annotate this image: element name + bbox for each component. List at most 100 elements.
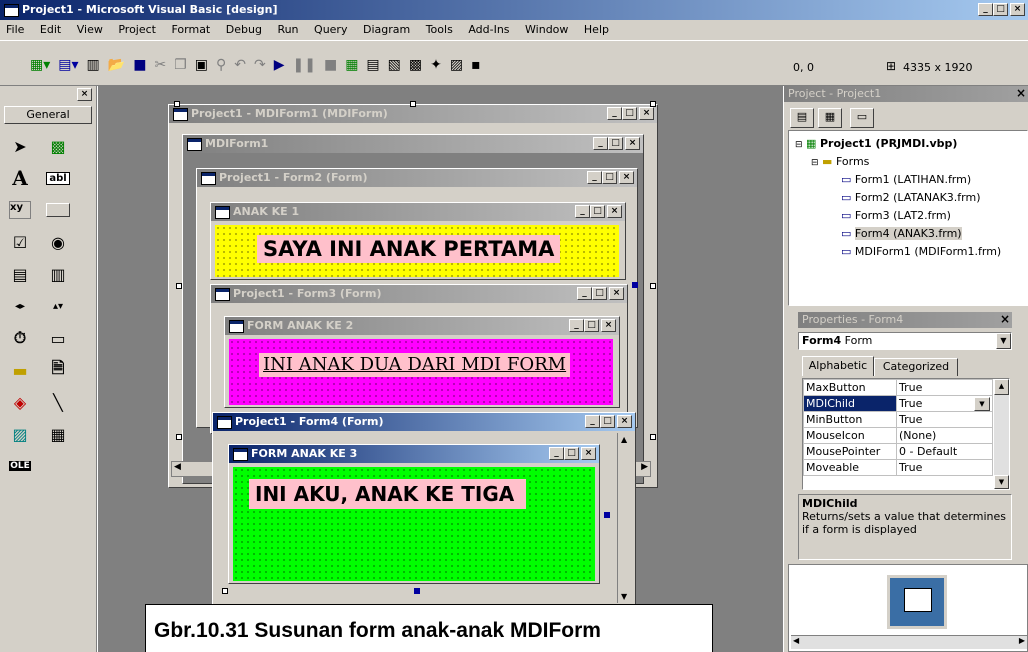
menu-edit[interactable]: Edit [40,23,61,36]
find-icon[interactable]: ⚲ [216,57,226,73]
menu-editor-icon[interactable]: ▥ [87,57,100,73]
view-code-icon[interactable]: ▤ [790,108,814,128]
cut-icon[interactable]: ✂ [154,57,166,73]
menu-diagram[interactable]: Diagram [363,23,410,36]
paste-icon[interactable]: ▣ [195,57,208,73]
menu-window[interactable]: Window [525,23,568,36]
tree-forms-folder[interactable]: ⊟ ▬ Forms [795,153,1027,171]
image-icon[interactable]: ▨ [5,420,35,448]
properties-window-icon[interactable]: ▤ [366,57,379,73]
data-view-icon[interactable]: ▨ [450,57,463,73]
sizing-handle[interactable] [650,101,656,107]
filelistbox-icon[interactable]: 🗎 [43,356,73,384]
chevron-down-icon[interactable]: ▼ [974,396,990,411]
property-vscrollbar[interactable]: ▲ ▼ [994,379,1009,489]
toggle-folders-icon[interactable]: ▭ [850,108,874,128]
property-row[interactable]: MousePointer 0 - Default [803,443,993,460]
form4[interactable]: FORM ANAK KE 3 _ □ × INI AKU, ANAK KE TIGA [228,444,600,584]
dirlistbox-icon[interactable]: ▬ [5,356,35,384]
data-icon[interactable]: ▦ [43,420,73,448]
form2[interactable]: ANAK KE 1 _ □ × SAYA INI ANAK PERTAMA [210,202,626,280]
sizing-handle[interactable] [174,101,180,107]
tree-item-form2[interactable]: ▭ Form2 (LATANAK3.frm) [795,189,1027,207]
property-row[interactable]: MDIChild True ▼ [803,395,993,412]
property-row[interactable]: MaxButton True [803,379,993,396]
end-icon[interactable]: ■ [324,57,337,73]
close-icon[interactable]: × [1016,86,1026,100]
copy-icon[interactable]: ❐ [174,57,187,73]
toolbox-icon[interactable]: ✦ [430,57,442,73]
frame-icon[interactable]: xy [5,196,35,224]
drivelistbox-icon[interactable]: ▭ [43,324,73,352]
property-row[interactable]: MouseIcon (None) [803,427,993,444]
undo-icon[interactable]: ↶ [234,57,246,73]
form4-label[interactable]: INI AKU, ANAK KE TIGA [249,479,527,509]
listbox-icon[interactable]: ▥ [43,260,73,288]
open-icon[interactable]: 📂 [108,57,125,73]
component-manager-icon[interactable]: ▪ [471,57,481,73]
shape-icon[interactable]: ◈ [5,388,35,416]
close-icon[interactable]: × [1000,312,1010,326]
property-row[interactable]: MinButton True [803,411,993,428]
view-object-icon[interactable]: ▦ [818,108,842,128]
pointer-icon[interactable]: ➤ [5,132,35,160]
chevron-down-icon[interactable]: ▼ [996,333,1011,349]
hscrollbar-icon[interactable]: ◂▸ [5,292,35,320]
app-titlebar[interactable]: Project1 - Microsoft Visual Basic [desig… [0,0,1028,20]
break-icon[interactable]: ❚❚ [292,57,315,73]
tree-project-node[interactable]: ⊟ ▦ Project1 (PRJMDI.vbp) [795,135,1027,153]
project-explorer-icon[interactable]: ▦ [345,57,358,73]
object-selector[interactable]: Form4 Form ▼ [798,332,1012,350]
sizing-handle[interactable] [650,283,656,289]
close-icon[interactable]: × [639,107,654,120]
add-project-icon[interactable]: ▦▾ [30,57,50,73]
sizing-handle[interactable] [650,434,656,440]
menu-tools[interactable]: Tools [426,23,453,36]
tab-categorized[interactable]: Categorized [874,358,958,376]
form4-vscrollbar[interactable]: ▲ ▼ [617,433,633,603]
minimize-button[interactable]: _ [978,3,993,16]
redo-icon[interactable]: ↷ [254,57,266,73]
timer-icon[interactable]: ⏱ [5,324,35,352]
sizing-handle[interactable] [176,434,182,440]
add-form-icon[interactable]: ▤▾ [58,57,78,73]
sizing-handle[interactable] [414,588,420,594]
form3-label[interactable]: INI ANAK DUA DARI MDI FORM [259,353,571,377]
property-row[interactable]: Moveable True [803,459,993,476]
commandbutton-icon[interactable] [43,196,73,224]
form-layout-icon[interactable]: ▧ [388,57,401,73]
tree-item-form4[interactable]: ▭ Form4 (ANAK3.frm) [795,225,1027,243]
ole-icon[interactable]: OLE [5,452,35,480]
vscrollbar-icon[interactable]: ▴▾ [43,292,73,320]
tab-alphabetic[interactable]: Alphabetic [802,356,874,376]
menu-file[interactable]: File [6,23,24,36]
menu-view[interactable]: View [77,23,103,36]
toolbox-close-button[interactable]: × [77,88,92,101]
picturebox-icon[interactable]: ▩ [43,132,73,160]
start-icon[interactable]: ▶ [274,57,285,73]
tree-item-form1[interactable]: ▭ Form1 (LATIHAN.frm) [795,171,1027,189]
sizing-handle[interactable] [176,283,182,289]
object-browser-icon[interactable]: ▩ [409,57,422,73]
tree-item-form3[interactable]: ▭ Form3 (LAT2.frm) [795,207,1027,225]
menu-help[interactable]: Help [584,23,609,36]
menu-project[interactable]: Project [118,23,156,36]
tree-item-mdiform1[interactable]: ▭ MDIForm1 (MDIForm1.frm) [795,243,1027,261]
menu-addins[interactable]: Add-Ins [468,23,509,36]
save-icon[interactable]: ■ [133,57,146,73]
line-icon[interactable]: ╲ [43,388,73,416]
textbox-icon[interactable]: abl [43,164,73,192]
form2-label[interactable]: SAYA INI ANAK PERTAMA [257,235,561,263]
menu-debug[interactable]: Debug [226,23,262,36]
sizing-handle[interactable] [604,512,610,518]
menu-format[interactable]: Format [171,23,210,36]
checkbox-icon[interactable]: ☑ [5,228,35,256]
sizing-handle[interactable] [410,101,416,107]
close-button[interactable]: × [1010,3,1025,16]
combobox-icon[interactable]: ▤ [5,260,35,288]
maximize-button[interactable]: □ [993,3,1008,16]
toolbox-tab-general[interactable]: General [4,106,92,124]
sizing-handle[interactable] [632,282,638,288]
menu-run[interactable]: Run [277,23,298,36]
layout-hscrollbar[interactable]: ◀ ▶ [791,635,1027,649]
